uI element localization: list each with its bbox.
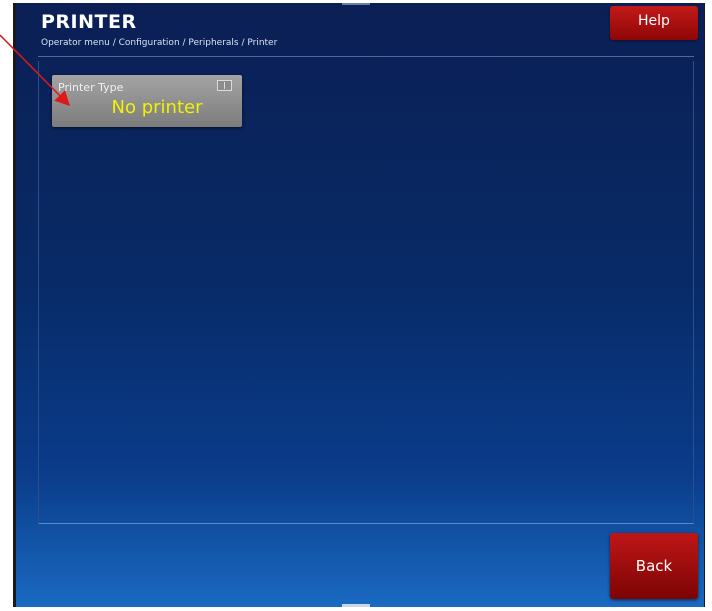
content-frame — [38, 61, 694, 524]
printer-type-label: Printer Type — [58, 81, 124, 94]
header-divider — [38, 56, 694, 57]
breadcrumb: Operator menu / Configuration / Peripher… — [41, 38, 278, 48]
printer-type-value: No printer — [111, 97, 203, 118]
operator-screen: PRINTER Operator menu / Configuration / … — [13, 3, 705, 607]
back-button[interactable]: Back — [610, 533, 698, 599]
help-button[interactable]: Help — [610, 6, 698, 40]
top-notch — [342, 3, 370, 5]
bottom-notch — [342, 604, 370, 607]
printer-type-tile[interactable]: Printer Type No printer — [52, 75, 242, 127]
selector-icon — [217, 80, 232, 91]
page-title: PRINTER — [41, 11, 137, 33]
